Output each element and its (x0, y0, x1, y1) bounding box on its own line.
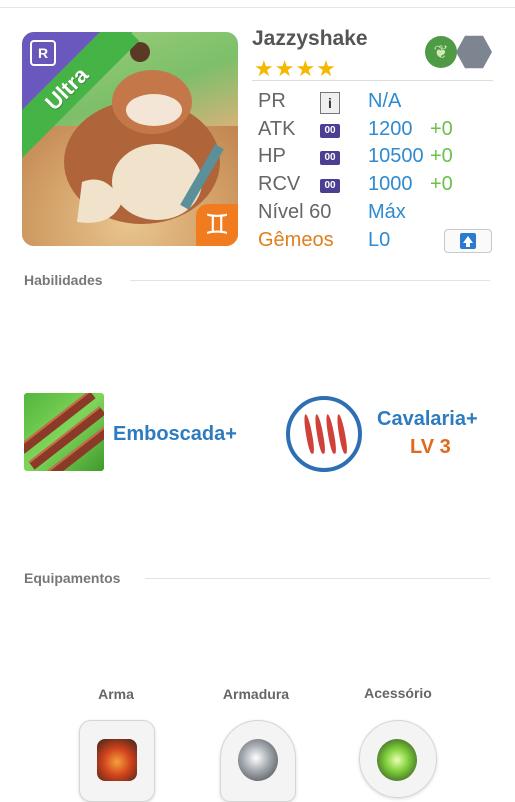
section-divider (145, 578, 490, 579)
stat-label: HP (258, 145, 286, 167)
stat-value: 1200 (368, 118, 413, 140)
gemini-icon: ♊ (196, 204, 238, 246)
claw-skill-icon[interactable] (286, 396, 362, 472)
ambush-skill-icon[interactable] (24, 393, 104, 471)
rarity-r-icon: R (30, 40, 56, 66)
stat-bonus: +0 (430, 118, 453, 140)
skill-level: LV 3 (410, 436, 451, 458)
stat-value: N/A (368, 90, 402, 112)
info-icon[interactable]: i (320, 92, 340, 114)
upgrade-button[interactable] (444, 229, 492, 253)
stat-pr: PR i N/A (258, 90, 498, 116)
section-equipment-title: Equipamentos (24, 570, 121, 586)
plus-badge-icon: 00 (320, 124, 340, 138)
stat-hp: HP 00 10500 +0 (258, 145, 498, 171)
leaf-icon: ❦ (425, 36, 457, 68)
skill-name[interactable]: Cavalaria+ (377, 408, 478, 431)
armor-gem-icon (238, 739, 278, 781)
stat-bonus: +0 (430, 173, 453, 195)
weapon-label: Arma (98, 686, 134, 702)
stat-rcv: RCV 00 1000 +0 (258, 173, 498, 199)
stat-atk: ATK 00 1200 +0 (258, 118, 498, 144)
stat-bonus: +0 (430, 145, 453, 167)
star-rating: ★★★★ (254, 56, 337, 81)
stat-label: Nível 60 (258, 201, 332, 223)
stat-label: PR (258, 90, 286, 112)
sign-label: Gêmeos (258, 229, 334, 251)
accessory-gem-icon (377, 739, 417, 781)
section-skills-title: Habilidades (24, 272, 103, 288)
stat-value: 10500 (368, 145, 424, 167)
armor-label: Armadura (222, 686, 290, 702)
top-divider (0, 7, 515, 8)
plus-badge-icon: 00 (320, 179, 340, 193)
armor-slot[interactable] (220, 720, 296, 802)
skill-name[interactable]: Emboscada+ (113, 423, 237, 446)
stat-label: RCV (258, 173, 301, 195)
plus-badge-icon: 00 (320, 151, 340, 165)
sign-value: L0 (368, 229, 391, 251)
section-divider (130, 280, 490, 281)
weapon-slot[interactable] (79, 720, 155, 802)
stat-value: Máx (368, 201, 406, 223)
character-name: Jazzyshake (252, 27, 368, 50)
arrow-up-icon (460, 233, 476, 249)
character-portrait[interactable]: R Ultra ♊ (22, 32, 238, 246)
name-divider (252, 80, 493, 81)
rock-icon (456, 35, 492, 69)
stat-label: ATK (258, 118, 296, 140)
stat-level: Nível 60 Máx (258, 201, 498, 227)
weapon-gem-icon (97, 739, 137, 781)
accessory-slot[interactable] (359, 720, 437, 798)
stat-value: 1000 (368, 173, 413, 195)
accessory-label: Acessório (364, 685, 432, 701)
